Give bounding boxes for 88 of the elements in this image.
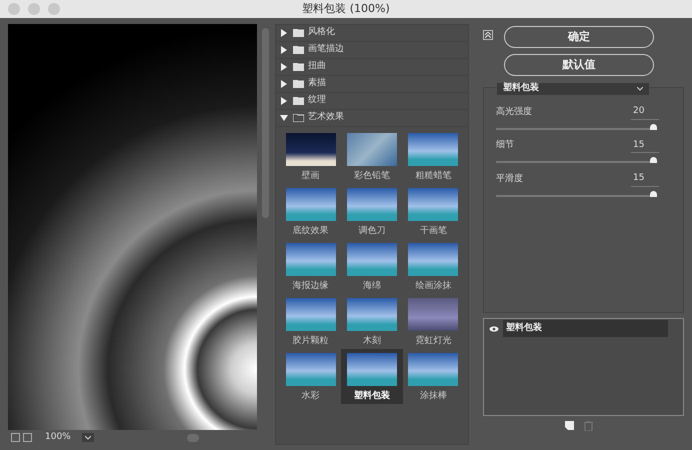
category-label: 素描 xyxy=(308,77,326,90)
photo-placeholder xyxy=(346,243,397,276)
window-title: 塑料包装 (100%) xyxy=(302,0,390,17)
filter-thumbnail[interactable]: 彩色铅笔 xyxy=(341,129,403,184)
category-label: 画笔描边 xyxy=(308,43,344,56)
dialog-button[interactable]: 默认值 xyxy=(504,54,654,76)
filter-thumbnail[interactable]: 海绵 xyxy=(341,239,403,294)
zoom-level[interactable]: 100% xyxy=(45,430,71,444)
filter-label: 绘画涂抹 xyxy=(415,280,452,293)
filter-thumbnail[interactable]: 调色刀 xyxy=(341,184,403,239)
filter-label: 霓虹灯光 xyxy=(415,335,452,348)
photo-placeholder xyxy=(408,353,458,386)
parameter-label: 细节 xyxy=(496,139,514,152)
filter-thumbnail[interactable]: 涂抹棒 xyxy=(402,349,464,404)
filter-label: 粗糙蜡笔 xyxy=(415,170,452,183)
effect-layer[interactable]: 塑料包装 xyxy=(503,320,668,337)
filter-thumbnail[interactable]: 胶片颗粒 xyxy=(280,294,342,349)
filter-label: 海绵 xyxy=(362,280,381,293)
photo-placeholder xyxy=(408,188,458,221)
scroll-thumb[interactable] xyxy=(186,434,199,442)
folder-icon xyxy=(293,63,304,71)
category-label: 纹理 xyxy=(308,94,326,108)
photo-placeholder xyxy=(408,298,458,331)
category-row[interactable]: 艺术效果 xyxy=(276,110,468,127)
folder-icon xyxy=(293,114,304,122)
filter-thumbnail[interactable]: 绘画涂抹 xyxy=(402,239,464,294)
filter-thumbnail[interactable]: 粗糙蜡笔 xyxy=(402,129,464,184)
filter-thumbnail[interactable]: 干画笔 xyxy=(402,184,464,239)
photo-placeholder xyxy=(408,243,458,276)
photo-placeholder xyxy=(408,133,458,166)
filter-thumbnail[interactable]: 底纹效果 xyxy=(280,184,342,239)
filter-label: 干画笔 xyxy=(420,225,447,238)
parameter-value[interactable]: 15 xyxy=(631,138,659,153)
photo-placeholder xyxy=(286,243,336,276)
filter-dropdown[interactable]: 塑料包装 xyxy=(497,83,649,95)
filter-label: 壁画 xyxy=(302,170,320,183)
slider-thumb[interactable] xyxy=(650,190,657,196)
dialog-button[interactable]: 确定 xyxy=(504,26,654,48)
photo-placeholder xyxy=(286,133,336,166)
folder-icon xyxy=(293,80,304,88)
folder-icon xyxy=(293,97,304,105)
filter-thumbnail[interactable]: 壁画 xyxy=(280,129,342,184)
filter-thumbnail[interactable]: 水彩 xyxy=(280,349,342,404)
category-label: 扭曲 xyxy=(308,60,326,74)
filter-label: 胶片颗粒 xyxy=(292,335,329,348)
photo-placeholder xyxy=(346,298,397,331)
trash-icon[interactable] xyxy=(584,421,592,431)
zoom-out-button[interactable] xyxy=(11,433,20,442)
filter-label: 彩色铅笔 xyxy=(354,170,390,183)
filter-label: 调色刀 xyxy=(358,225,386,238)
category-row[interactable]: 纹理 xyxy=(276,93,468,110)
filter-label: 木刻 xyxy=(362,335,381,348)
new-layer-icon[interactable] xyxy=(564,421,574,430)
parameter-value[interactable]: 20 xyxy=(631,105,659,120)
slider-thumb[interactable] xyxy=(650,124,657,130)
slider-thumb[interactable] xyxy=(650,157,657,163)
filter-label: 涂抹棒 xyxy=(420,390,447,403)
category-label: 风格化 xyxy=(308,26,335,40)
caret-icon xyxy=(637,87,643,91)
filter-label: 水彩 xyxy=(302,390,320,403)
category-row[interactable]: 扭曲 xyxy=(276,59,468,76)
filter-thumbnail[interactable]: 霓虹灯光 xyxy=(402,294,464,349)
photo-placeholder xyxy=(286,298,336,331)
photo-placeholder xyxy=(346,353,397,386)
zoom-in-button[interactable] xyxy=(23,433,32,442)
caret-icon xyxy=(84,436,91,440)
folder-icon xyxy=(293,29,304,37)
zoom-dropdown[interactable] xyxy=(82,433,94,442)
category-row[interactable]: 素描 xyxy=(276,76,468,93)
eye-icon[interactable] xyxy=(489,326,499,332)
parameter-label: 平滑度 xyxy=(496,172,523,186)
photo-placeholder xyxy=(346,188,397,221)
collapse-icon[interactable] xyxy=(483,30,493,40)
filter-label: 海报边缘 xyxy=(292,280,329,293)
photo-placeholder xyxy=(346,133,397,166)
filter-thumbnail[interactable]: 海报边缘 xyxy=(280,239,342,294)
category-label: 艺术效果 xyxy=(308,111,344,124)
parameter-value[interactable]: 15 xyxy=(631,172,659,186)
category-row[interactable]: 画笔描边 xyxy=(276,42,468,59)
filter-thumbnail[interactable]: 木刻 xyxy=(341,294,403,349)
filter-thumbnail[interactable]: 塑料包装 xyxy=(341,349,403,404)
parameter-label: 高光强度 xyxy=(496,106,532,118)
filter-label: 底纹效果 xyxy=(292,225,329,238)
filter-label: 塑料包装 xyxy=(354,390,390,403)
category-row[interactable]: 风格化 xyxy=(276,25,468,42)
photo-placeholder xyxy=(286,188,336,221)
photo-placeholder xyxy=(286,353,336,386)
folder-icon xyxy=(293,46,304,54)
